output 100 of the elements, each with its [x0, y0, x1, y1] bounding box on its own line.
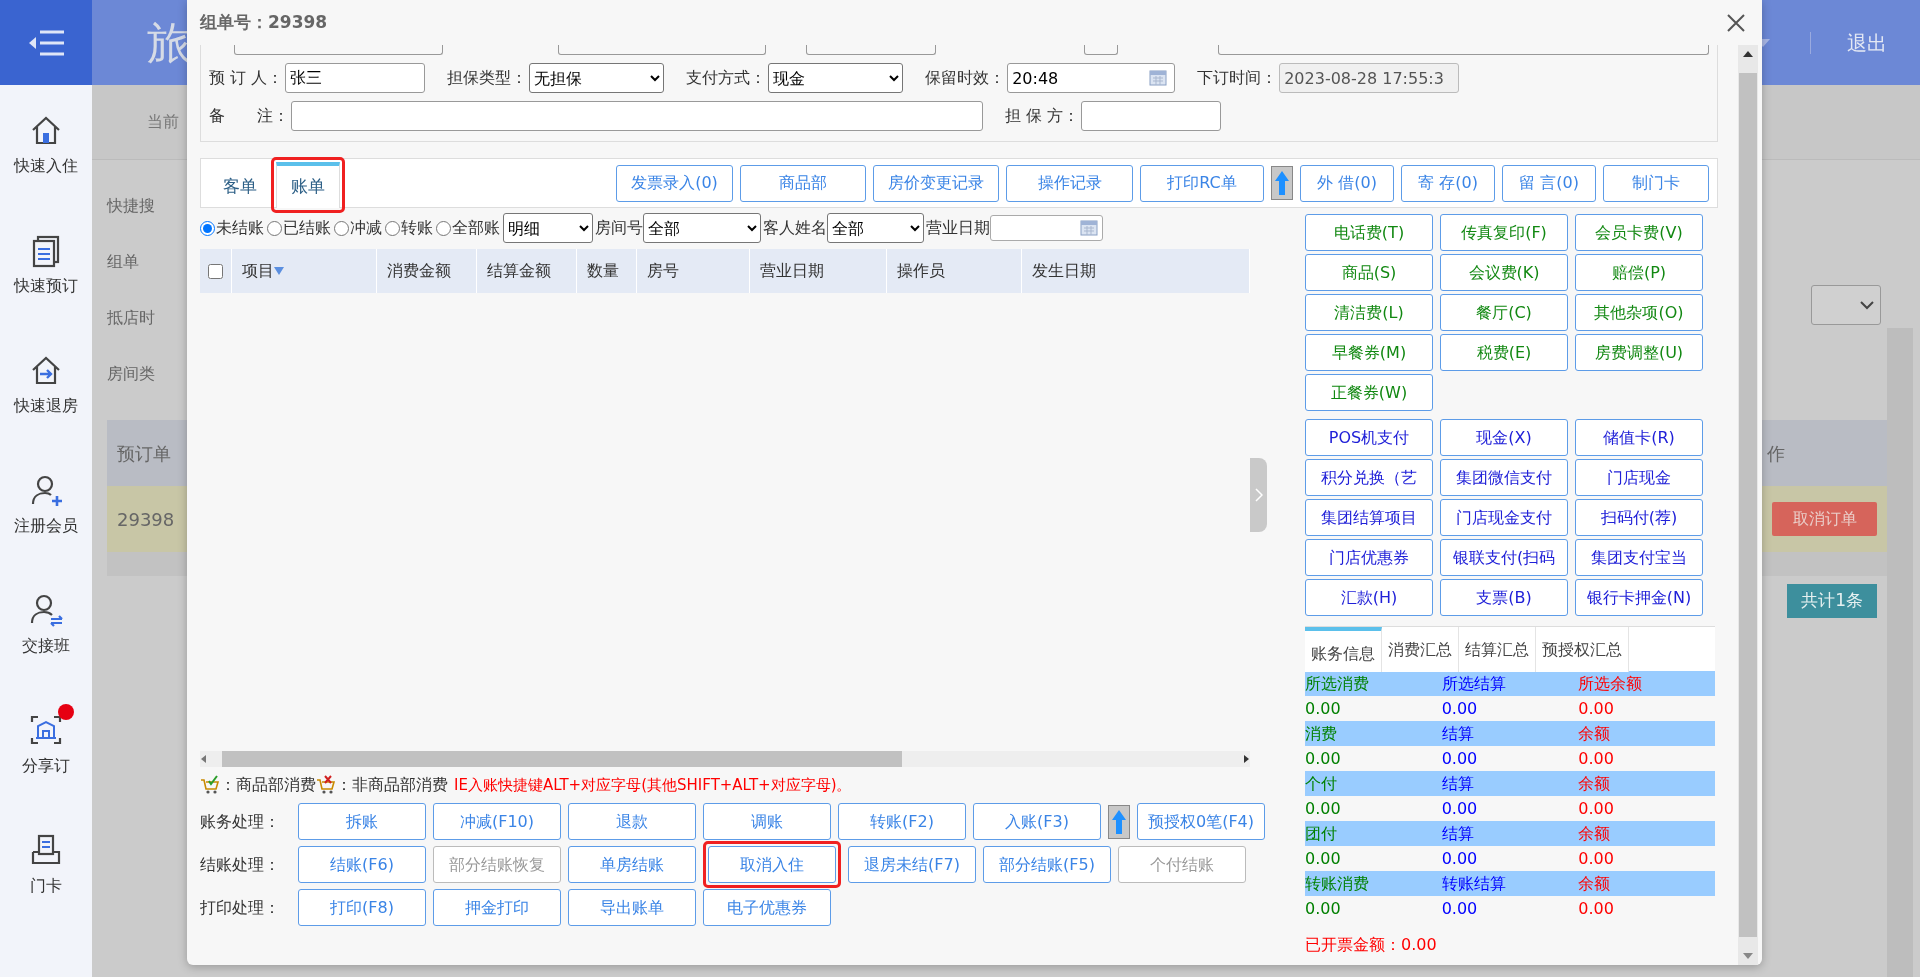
action-button[interactable]: 电子优惠券	[703, 889, 831, 926]
tab[interactable]: 结算汇总	[1459, 627, 1536, 672]
input-field[interactable]	[1083, 45, 1119, 55]
toolbar-button[interactable]: 操作记录	[1006, 164, 1133, 202]
sidebar-item[interactable]: 快速预订	[14, 274, 78, 298]
action-button[interactable]: 退款	[568, 803, 696, 840]
menu-button[interactable]	[0, 0, 92, 85]
toolbar-button[interactable]: 外 借(0)	[1300, 164, 1394, 202]
input-field[interactable]	[805, 45, 936, 55]
select-all-checkbox[interactable]	[208, 263, 223, 279]
radio-label[interactable]: 已结账	[283, 216, 331, 240]
payment-button[interactable]: 银联支付(扫码	[1440, 539, 1568, 576]
radio-button[interactable]	[267, 220, 282, 236]
payment-button[interactable]: 集团微信支付	[1440, 459, 1568, 496]
collapse-handle[interactable]	[1250, 458, 1267, 532]
sidebar-item[interactable]: 快速入住	[14, 154, 78, 178]
payment-button[interactable]: 银行卡押金(N)	[1575, 579, 1703, 616]
payment-button[interactable]: 积分兑换（艺	[1305, 459, 1433, 496]
payment-button[interactable]: 现金(X)	[1440, 419, 1568, 456]
radio-label[interactable]: 转账	[401, 216, 433, 240]
payment-button[interactable]: 汇款(H)	[1305, 579, 1433, 616]
charge-button[interactable]: 会员卡费(V)	[1575, 214, 1703, 251]
radio-label[interactable]: 未结账	[216, 216, 264, 240]
sidebar-item[interactable]: 交接班	[22, 634, 70, 658]
select-field[interactable]: 现金	[768, 63, 904, 93]
action-button[interactable]: 调账	[703, 803, 831, 840]
radio-button[interactable]	[200, 220, 215, 236]
input-field[interactable]	[1081, 101, 1222, 131]
calendar-icon[interactable]	[1149, 70, 1168, 86]
user-swap-icon[interactable]	[28, 592, 64, 628]
right-triangle-icon[interactable]	[1242, 754, 1250, 764]
action-button[interactable]: 拆账	[298, 803, 426, 840]
action-button[interactable]: 预授权0笔(F4)	[1137, 803, 1265, 840]
payment-button[interactable]: 集团支付宝当	[1575, 539, 1703, 576]
charge-button[interactable]: 餐厅(C)	[1440, 294, 1568, 331]
charge-button[interactable]: 税费(E)	[1440, 334, 1568, 371]
payment-button[interactable]: 集团结算项目	[1305, 499, 1433, 536]
action-button[interactable]: 导出账单	[568, 889, 696, 926]
time-field[interactable]: 20:48	[1007, 63, 1176, 93]
toolbar-button[interactable]: 制门卡	[1603, 164, 1709, 202]
input-field[interactable]	[558, 45, 766, 55]
tab[interactable]: 客单	[209, 167, 271, 207]
vertical-scrollbar[interactable]	[1738, 45, 1758, 965]
vertical-scrollbar[interactable]	[1887, 328, 1913, 977]
tab[interactable]: 账务信息	[1305, 627, 1382, 672]
toolbar-button[interactable]: 房价变更记录	[873, 164, 999, 202]
nav-tab[interactable]: 当前	[147, 110, 179, 134]
scroll-up-button[interactable]	[1108, 804, 1130, 839]
up-triangle-icon[interactable]	[1743, 51, 1753, 57]
payment-button[interactable]: POS机支付	[1305, 419, 1433, 456]
toolbar-button[interactable]: 发票录入(0)	[616, 164, 733, 202]
select-field[interactable]: 明细	[503, 213, 593, 243]
date-field[interactable]	[990, 215, 1103, 241]
input-field[interactable]	[234, 45, 444, 55]
input-field[interactable]: 张三	[285, 63, 426, 93]
sidebar-item[interactable]: 注册会员	[14, 514, 78, 538]
action-button[interactable]: 单房结账	[568, 846, 696, 883]
payment-button[interactable]: 储值卡(R)	[1575, 419, 1703, 456]
horizontal-scrollbar[interactable]	[200, 751, 1250, 767]
tab[interactable]: 预授权汇总	[1536, 627, 1629, 672]
tab[interactable]: 消费汇总	[1382, 627, 1459, 672]
action-button[interactable]: 取消入住	[708, 846, 836, 883]
select-field[interactable]: 全部	[827, 213, 924, 243]
charge-button[interactable]: 电话费(T)	[1305, 214, 1433, 251]
radio-button[interactable]	[385, 220, 400, 236]
action-button[interactable]: 押金打印	[433, 889, 561, 926]
action-button[interactable]: 入账(F3)	[973, 803, 1101, 840]
charge-button[interactable]: 房费调整(U)	[1575, 334, 1703, 371]
select-field[interactable]: 无担保	[529, 63, 665, 93]
radio-label[interactable]: 冲减	[350, 216, 382, 240]
payment-button[interactable]: 门店现金支付	[1440, 499, 1568, 536]
down-triangle-icon[interactable]	[1743, 953, 1753, 959]
radio-label[interactable]: 全部账	[452, 216, 500, 240]
left-triangle-icon[interactable]	[200, 754, 208, 764]
charge-button[interactable]: 正餐券(W)	[1305, 374, 1433, 411]
charge-button[interactable]: 商品(S)	[1305, 254, 1433, 291]
toolbar-button[interactable]: 留 言(0)	[1502, 164, 1596, 202]
input-field[interactable]	[1218, 45, 1709, 55]
payment-button[interactable]: 门店优惠券	[1305, 539, 1433, 576]
action-button[interactable]: 冲减(F10)	[433, 803, 561, 840]
cancel-order-button[interactable]: 取消订单	[1772, 502, 1877, 536]
logout-link[interactable]: 退出	[1847, 27, 1887, 58]
sidebar-item[interactable]: 门卡	[30, 874, 62, 898]
charge-button[interactable]: 赔偿(P)	[1575, 254, 1703, 291]
radio-button[interactable]	[436, 220, 451, 236]
charge-button[interactable]: 其他杂项(O)	[1575, 294, 1703, 331]
charge-button[interactable]: 早餐券(M)	[1305, 334, 1433, 371]
toolbar-button[interactable]: 打印RC单	[1140, 164, 1264, 202]
charge-button[interactable]: 会议费(K)	[1440, 254, 1568, 291]
sidebar-item[interactable]: 分享订	[22, 754, 70, 778]
sidebar-item[interactable]: 快速退房	[14, 394, 78, 418]
input-field[interactable]: 2023-08-28 17:55:3	[1279, 63, 1460, 93]
toolbar-button[interactable]: 商品部	[740, 164, 866, 202]
action-button[interactable]: 打印(F8)	[298, 889, 426, 926]
scroll-up-button[interactable]	[1271, 166, 1293, 200]
action-button[interactable]: 转账(F2)	[838, 803, 966, 840]
action-button[interactable]: 结账(F6)	[298, 846, 426, 883]
tab[interactable]: 账单	[276, 162, 340, 208]
toolbar-button[interactable]: 寄 存(0)	[1401, 164, 1495, 202]
select-field[interactable]: 全部	[643, 213, 761, 243]
